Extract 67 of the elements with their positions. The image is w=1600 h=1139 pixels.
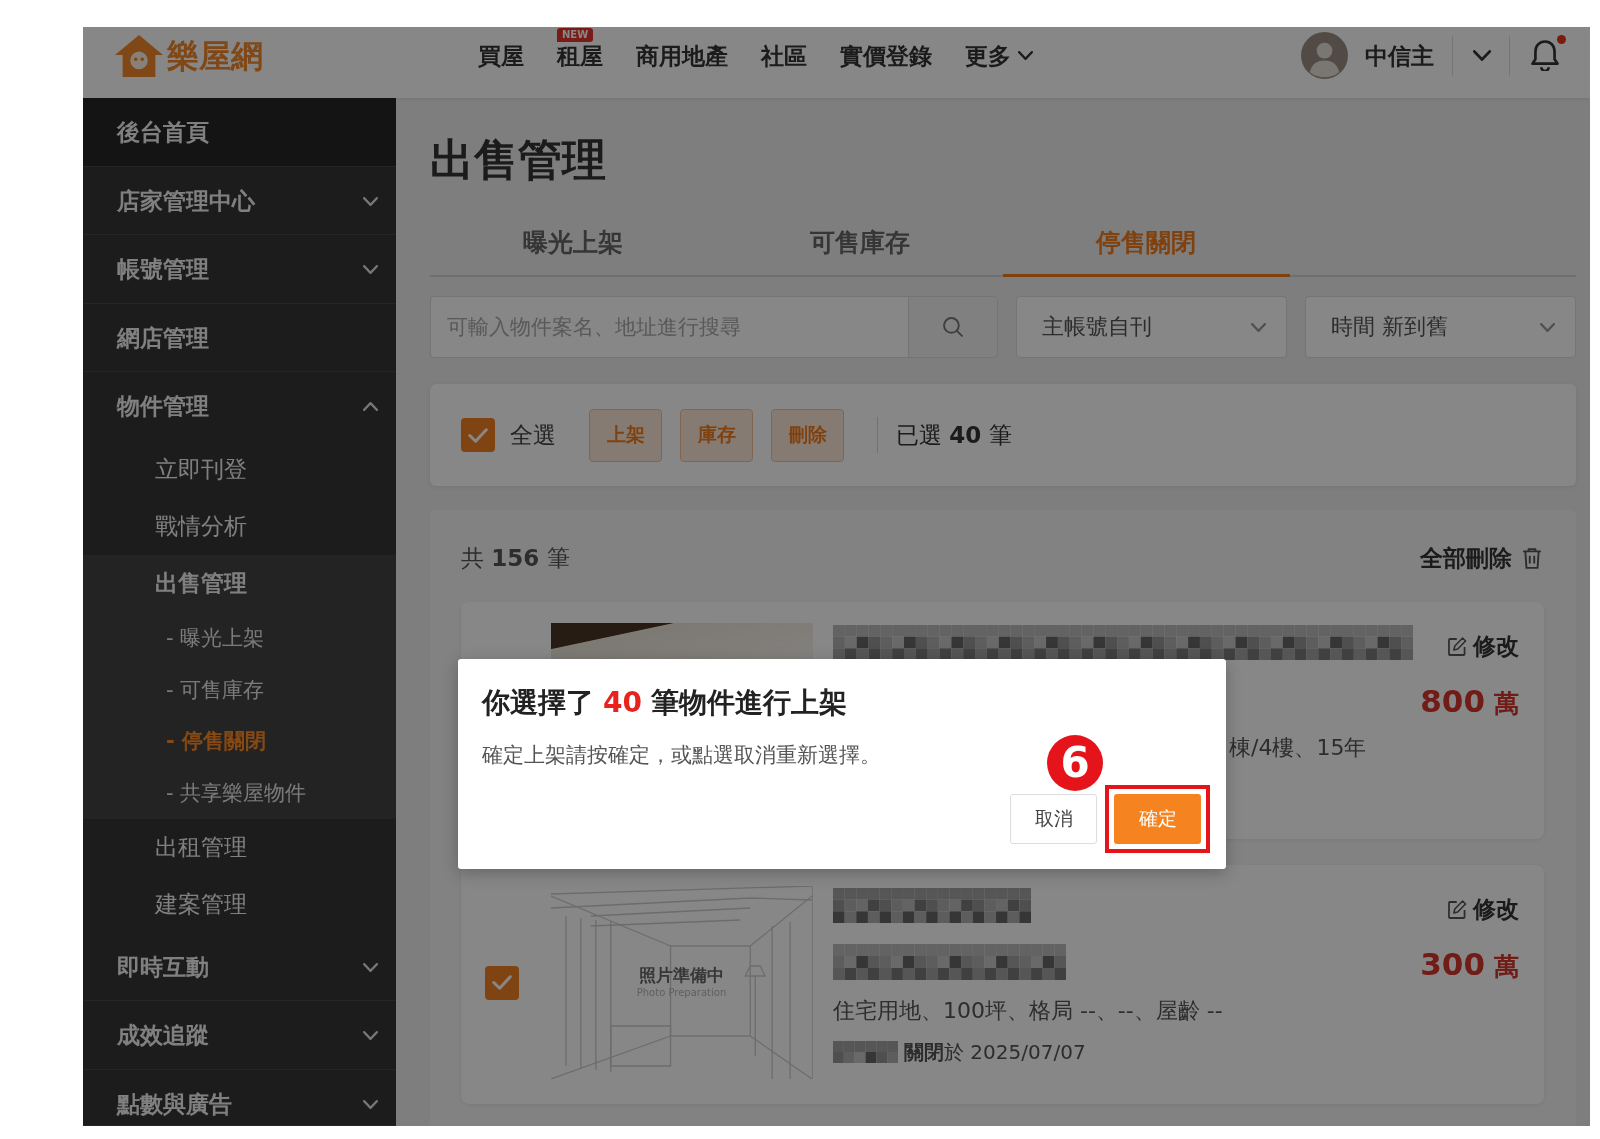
sidebar-item[interactable]: 出售管理	[83, 554, 396, 612]
notification-bell-icon[interactable]	[1531, 40, 1559, 71]
edit-icon	[1448, 899, 1467, 919]
nav-link[interactable]: 租屋	[557, 40, 603, 71]
select-all-label[interactable]: 全選	[510, 419, 556, 451]
sidebar-item[interactable]: 物件管理	[83, 372, 396, 441]
avatar-icon[interactable]	[1301, 32, 1348, 79]
new-badge: NEW	[557, 27, 594, 42]
chevron-down-icon	[363, 1031, 378, 1040]
chevron-down-icon	[363, 962, 378, 972]
nav-link[interactable]: 買屋	[478, 40, 524, 71]
sidebar-item[interactable]: 即時互動	[83, 932, 396, 1001]
checkbox[interactable]	[485, 965, 519, 1000]
search-button[interactable]	[908, 296, 998, 358]
listing-specs: 住宅用地、100坪、格局 --、--、屋齡 --	[833, 997, 1223, 1025]
nav-link[interactable]: 實價登錄	[840, 40, 932, 71]
checkmark-icon	[492, 975, 512, 990]
dialog-message: 確定上架請按確定，或點選取消重新選擇。	[482, 742, 881, 769]
pixelated-block	[833, 1041, 898, 1063]
chevron-up-icon	[363, 402, 378, 411]
listing-specs: 棟/4樓、15年	[1229, 734, 1367, 762]
filter-dropdown[interactable]: 主帳號自刊	[1016, 296, 1287, 358]
closed-date: 關閉於 2025/07/07	[904, 1038, 1086, 1066]
search-icon	[943, 317, 963, 337]
selection-count: 已選 40 筆	[896, 420, 1012, 450]
nav-link[interactable]: 更多	[965, 40, 1033, 71]
chevron-down-icon	[363, 265, 378, 274]
tab[interactable]: 可售庫存	[716, 211, 1003, 277]
total-count: 共 156 筆	[461, 543, 570, 573]
chevron-down-icon	[363, 1099, 378, 1109]
filter-dropdown[interactable]: 時間 新到舊	[1305, 296, 1576, 358]
chevron-down-icon	[363, 196, 378, 206]
sidebar-item[interactable]: 建案管理	[83, 875, 396, 933]
sidebar-item[interactable]: - 共享樂屋物件	[83, 767, 396, 819]
edit-icon	[1448, 636, 1467, 656]
confirm-button[interactable]: 確定	[1114, 794, 1201, 844]
page-title: 出售管理	[430, 136, 606, 184]
photo-caption: 照片準備中	[639, 964, 724, 986]
chevron-down-icon	[1540, 322, 1555, 332]
price: 800 萬	[1420, 682, 1519, 721]
sidebar-item[interactable]: - 曝光上架	[83, 612, 396, 664]
chevron-down-icon[interactable]	[1473, 50, 1491, 61]
sidebar-item[interactable]: 戰情分析	[83, 497, 396, 555]
delete-all-button[interactable]: 全部刪除	[1420, 542, 1542, 574]
trash-icon	[1522, 547, 1542, 569]
cancel-button[interactable]: 取消	[1010, 794, 1097, 844]
house-logo-icon[interactable]	[115, 34, 163, 77]
sidebar-item[interactable]: 網店管理	[83, 303, 396, 372]
step-badge: 6	[1047, 735, 1103, 791]
price: 300 萬	[1420, 945, 1519, 984]
chevron-down-icon	[1251, 322, 1266, 332]
user-name[interactable]: 中信主	[1365, 40, 1434, 71]
nav-link[interactable]: 商用地產	[636, 40, 728, 71]
tab[interactable]: 曝光上架	[430, 211, 717, 277]
dialog-title: 你選擇了 40 筆物件進行上架	[482, 685, 847, 721]
edit-button[interactable]: 修改	[1448, 894, 1519, 924]
checkmark-icon	[468, 427, 488, 443]
sidebar-item[interactable]: 成效追蹤	[83, 1001, 396, 1070]
sidebar-item[interactable]: 後台首頁	[83, 98, 396, 167]
sidebar-item[interactable]: 點數與廣告	[83, 1069, 396, 1126]
nav-link[interactable]: 社區	[761, 40, 807, 71]
checkbox[interactable]	[461, 418, 495, 452]
sidebar-item[interactable]: 帳號管理	[83, 235, 396, 304]
edit-button[interactable]: 修改	[1448, 631, 1519, 661]
sidebar-item[interactable]: 立即刊登	[83, 440, 396, 498]
sidebar-item[interactable]: - 停售關閉	[83, 715, 396, 767]
sidebar-item[interactable]: - 可售庫存	[83, 664, 396, 716]
